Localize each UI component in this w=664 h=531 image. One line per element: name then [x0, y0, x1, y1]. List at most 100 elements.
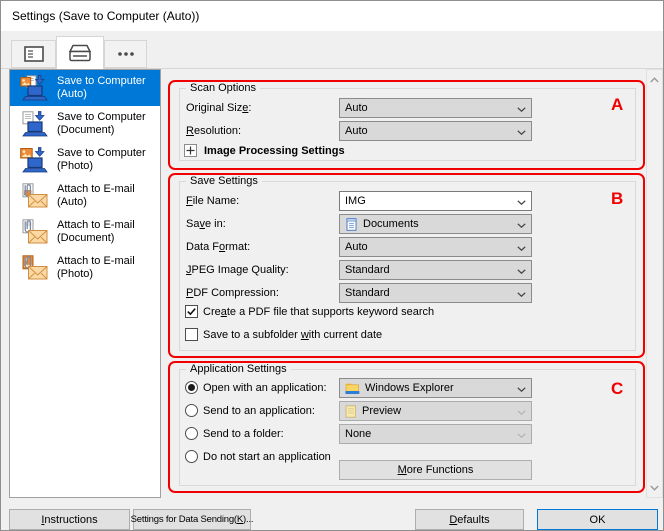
- data-format-label: Data Format:: [186, 241, 250, 253]
- do-not-start-application-radio[interactable]: Do not start an application: [185, 450, 331, 463]
- settings-for-data-sending-button[interactable]: Settings for Data Sending(K)...: [133, 509, 251, 530]
- sidebar-item-label: Save to Computer (Photo): [57, 147, 146, 173]
- send-to-application-radio[interactable]: Send to an application:: [185, 404, 315, 417]
- scanner-icon: [68, 44, 92, 62]
- save-to-computer-document-icon: [20, 111, 48, 137]
- more-functions-button[interactable]: More Functions: [339, 460, 532, 480]
- chevron-down-icon: [517, 410, 526, 415]
- sidebar-item-save-to-computer-auto[interactable]: Save to Computer (Auto): [10, 70, 160, 106]
- send-to-folder-radio[interactable]: Send to a folder:: [185, 427, 284, 440]
- window-title: Settings (Save to Computer (Auto)): [12, 9, 199, 23]
- attach-to-email-photo-icon: [20, 255, 48, 281]
- sidebar-item-label: Save to Computer (Document): [57, 111, 146, 137]
- sidebar-item-attach-to-email-photo[interactable]: Attach to E-mail (Photo): [10, 250, 160, 286]
- chevron-down-icon: [517, 292, 526, 297]
- send-to-application-select: Preview: [339, 401, 532, 421]
- pdf-compression-label: PDF Compression:: [186, 287, 279, 299]
- data-format-select[interactable]: Auto: [339, 237, 532, 257]
- file-name-label: File Name:: [186, 195, 239, 207]
- scrollbar-up-button[interactable]: [648, 72, 661, 87]
- tab-more[interactable]: [104, 40, 147, 68]
- sidebar-item-label: Attach to E-mail (Photo): [57, 255, 135, 281]
- chevron-down-icon: [517, 130, 526, 135]
- original-size-value: Auto: [345, 102, 368, 114]
- send-to-folder-value: None: [345, 428, 371, 440]
- send-to-folder-select: None: [339, 424, 532, 444]
- plus-icon: [186, 146, 195, 155]
- sidebar-item-save-to-computer-photo[interactable]: Save to Computer (Photo): [10, 142, 160, 178]
- radio-selected-icon: [185, 381, 198, 394]
- radio-unselected-icon: [185, 450, 198, 463]
- jpeg-image-quality-value: Standard: [345, 264, 390, 276]
- scan-options-title: Scan Options: [186, 82, 260, 94]
- chevron-down-icon: [517, 200, 526, 205]
- send-to-application-label: Send to an application:: [203, 405, 315, 417]
- data-format-value: Auto: [345, 241, 368, 253]
- annotation-label-c: C: [611, 379, 623, 399]
- open-with-application-value: Windows Explorer: [365, 382, 454, 394]
- sidebar-item-save-to-computer-document[interactable]: Save to Computer (Document): [10, 106, 160, 142]
- file-name-input[interactable]: [345, 195, 513, 207]
- resolution-select[interactable]: Auto: [339, 121, 532, 141]
- attach-to-email-auto-icon: [20, 183, 48, 209]
- checkbox-checked-icon: [185, 305, 198, 318]
- file-name-combobox[interactable]: [339, 191, 532, 211]
- image-processing-expander-button[interactable]: [184, 144, 197, 157]
- preview-app-icon: [345, 405, 357, 418]
- ok-button[interactable]: OK: [537, 509, 658, 530]
- tab-scan-settings[interactable]: [56, 36, 104, 69]
- instructions-button[interactable]: Instructions: [9, 509, 130, 530]
- resolution-label: Resolution:: [186, 125, 241, 137]
- save-in-value: Documents: [363, 218, 419, 230]
- save-settings-title: Save Settings: [186, 175, 262, 187]
- do-not-start-application-label: Do not start an application: [203, 451, 331, 463]
- save-in-select[interactable]: Documents: [339, 214, 532, 234]
- open-with-application-label: Open with an application:: [203, 382, 327, 394]
- sidebar-item-label: Save to Computer (Auto): [57, 75, 146, 101]
- title-bar: Settings (Save to Computer (Auto)): [1, 1, 663, 31]
- jpeg-image-quality-select[interactable]: Standard: [339, 260, 532, 280]
- annotation-label-b: B: [611, 189, 623, 209]
- profile-list: Save to Computer (Auto) Save to Computer…: [9, 69, 161, 498]
- save-in-label: Save in:: [186, 218, 226, 230]
- windows-explorer-icon: [345, 382, 360, 395]
- radio-unselected-icon: [185, 404, 198, 417]
- jpeg-image-quality-label: JPEG Image Quality:: [186, 264, 289, 276]
- save-to-subfolder-checkbox[interactable]: Save to a subfolder with current date: [185, 328, 382, 341]
- send-to-folder-label: Send to a folder:: [203, 428, 284, 440]
- save-to-subfolder-label: Save to a subfolder with current date: [203, 329, 382, 341]
- send-to-application-value: Preview: [362, 405, 401, 417]
- pdf-compression-value: Standard: [345, 287, 390, 299]
- defaults-button[interactable]: Defaults: [415, 509, 524, 530]
- pdf-compression-select[interactable]: Standard: [339, 283, 532, 303]
- create-pdf-keyword-search-checkbox[interactable]: Create a PDF file that supports keyword …: [185, 305, 434, 318]
- save-to-computer-auto-icon: [20, 75, 48, 101]
- chevron-down-icon: [517, 269, 526, 274]
- application-settings-title: Application Settings: [186, 363, 291, 375]
- open-with-application-radio[interactable]: Open with an application:: [185, 381, 327, 394]
- settings-dialog: Settings (Save to Computer (Auto)): [0, 0, 664, 531]
- chevron-down-icon: [517, 223, 526, 228]
- chevron-down-icon: [650, 485, 659, 491]
- original-size-select[interactable]: Auto: [339, 98, 532, 118]
- save-to-computer-photo-icon: [20, 147, 48, 173]
- annotation-label-a: A: [611, 95, 623, 115]
- sidebar-item-label: Attach to E-mail (Auto): [57, 183, 135, 209]
- chevron-up-icon: [650, 77, 659, 83]
- scrollbar-down-button[interactable]: [648, 480, 661, 495]
- sidebar-item-attach-to-email-document[interactable]: Attach to E-mail (Document): [10, 214, 160, 250]
- chevron-down-icon: [517, 107, 526, 112]
- chevron-down-icon: [517, 246, 526, 251]
- create-pdf-keyword-search-label: Create a PDF file that supports keyword …: [203, 306, 434, 318]
- chevron-down-icon: [517, 387, 526, 392]
- ellipsis-icon: [117, 51, 135, 57]
- sidebar-item-attach-to-email-auto[interactable]: Attach to E-mail (Auto): [10, 178, 160, 214]
- content-scrollbar[interactable]: [646, 69, 663, 498]
- open-with-application-select[interactable]: Windows Explorer: [339, 378, 532, 398]
- chevron-down-icon: [517, 433, 526, 438]
- checkbox-unchecked-icon: [185, 328, 198, 341]
- tab-general[interactable]: [11, 40, 56, 68]
- window-icon: [24, 46, 44, 62]
- sidebar-item-label: Attach to E-mail (Document): [57, 219, 135, 245]
- resolution-value: Auto: [345, 125, 368, 137]
